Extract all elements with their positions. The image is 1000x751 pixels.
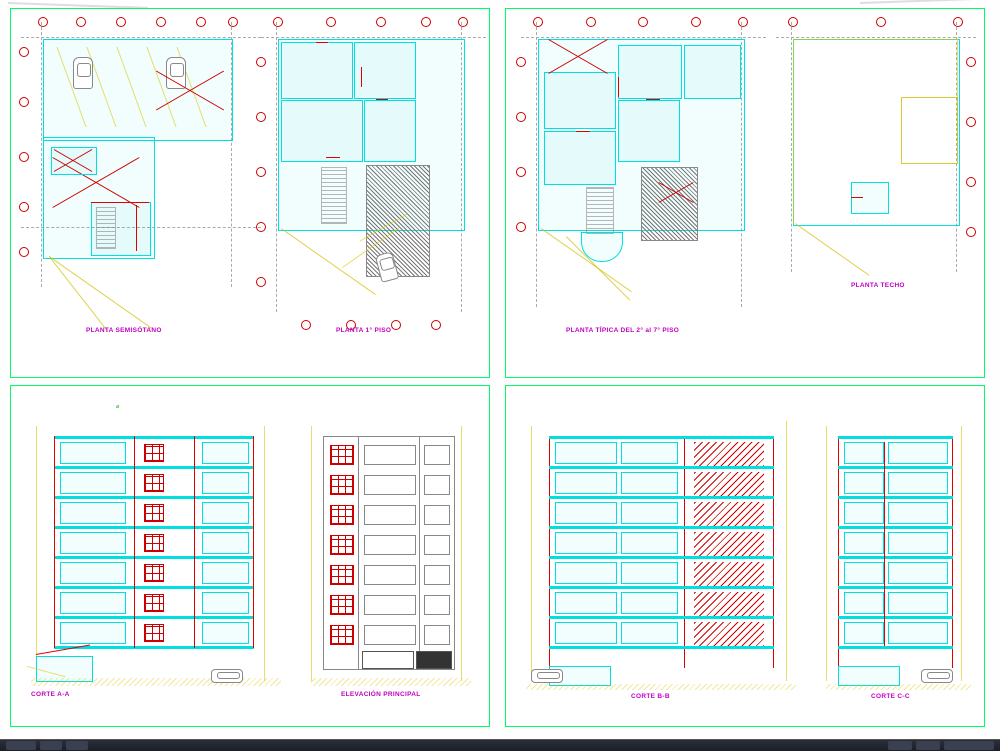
plan-semisotano-caption: PLANTA SEMISÓTANO: [86, 327, 162, 334]
corte-aa-topnote: ⌀: [116, 404, 119, 410]
sheet-1: PLANTA SEMISÓTANO: [10, 8, 490, 378]
plan-techo: PLANTA TECHO: [781, 27, 976, 327]
plan-tipica: PLANTA TÍPICA DEL 2° al 7° PISO: [526, 27, 761, 347]
plan-techo-caption: PLANTA TECHO: [851, 282, 905, 289]
sheet-2: PLANTA TÍPICA DEL 2° al 7° PISO: [505, 8, 985, 378]
elevacion-principal: ELEVACIÓN PRINCIPAL: [311, 426, 476, 706]
corte-bb: CORTE B-B: [531, 426, 801, 706]
corte-bb-caption: CORTE B-B: [631, 693, 670, 700]
elevacion-principal-caption: ELEVACIÓN PRINCIPAL: [341, 691, 421, 698]
plan-1er-piso: PLANTA 1° PISO: [266, 27, 481, 347]
plan-1er-piso-caption: PLANTA 1° PISO: [336, 327, 391, 334]
sheet-4: CORTE B-B: [505, 385, 985, 727]
sheet-3: ⌀: [10, 385, 490, 727]
drawing-canvas[interactable]: PLANTA SEMISÓTANO: [0, 0, 1000, 740]
plan-tipica-caption: PLANTA TÍPICA DEL 2° al 7° PISO: [566, 327, 679, 334]
corte-cc-caption: CORTE C-C: [871, 693, 910, 700]
plan-semisotano: PLANTA SEMISÓTANO: [31, 27, 251, 347]
canvas-edge: [860, 0, 990, 4]
corte-aa-caption: CORTE A-A: [31, 691, 70, 698]
corte-cc: CORTE C-C: [826, 426, 976, 706]
status-bar: [0, 739, 1000, 751]
corte-aa: ⌀: [36, 426, 281, 706]
